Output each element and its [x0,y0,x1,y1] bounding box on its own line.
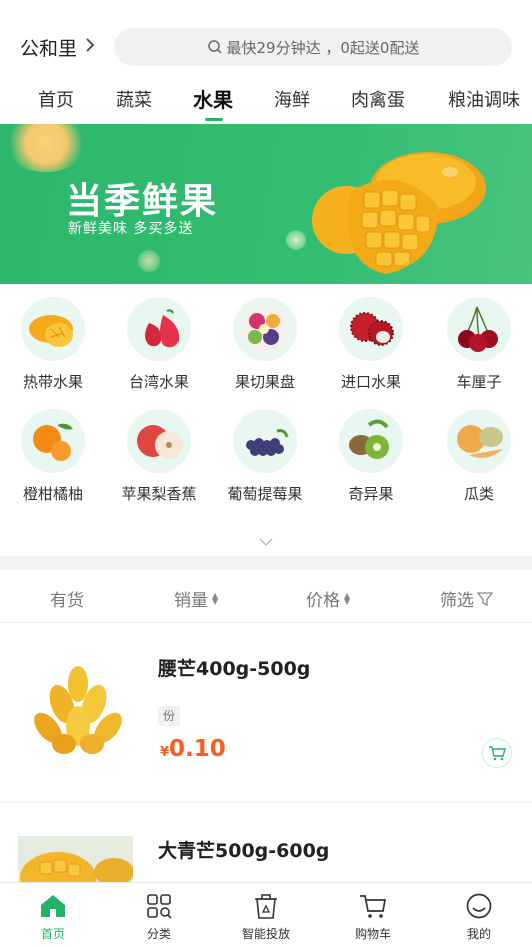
currency-symbol: ¥ [160,745,170,760]
wax-apple-icon [127,297,191,361]
nav-cart-label: 购物车 [354,927,391,941]
category-label: 热带水果 [22,373,83,391]
mango-icon [21,297,85,361]
melon-icon [447,409,511,473]
app-page: 公和里 最快29分钟达 ，0起送0配送 首页 蔬菜 水果 海鲜 肉禽蛋 粮油调味… [0,0,532,946]
tab-grain-oil[interactable]: 粮油调味 [448,86,520,112]
tab-home[interactable]: 首页 [38,86,74,112]
top-bar: 公和里 最快29分钟达 ，0起送0配送 [0,0,532,76]
mango-banner-image [312,152,486,274]
nav-smart-drop[interactable]: 智能投放 [226,893,306,942]
nav-category[interactable]: 分类 [119,893,199,942]
tab-vegetables[interactable]: 蔬菜 [116,86,152,112]
banner-title: 当季鲜果 [66,181,219,222]
orange-icon [21,409,85,473]
kiwi-icon [339,409,403,473]
filter-label: 筛选 [440,591,474,611]
category-item[interactable]: 果切果盘 [212,297,318,392]
expand-categories-button[interactable] [258,532,274,551]
category-item[interactable]: 葡萄提莓果 [212,409,318,504]
category-label: 台湾水果 [128,373,189,391]
category-label: 橙柑橘柚 [22,485,83,503]
category-label: 果切果盘 [234,373,295,391]
price-value: 0.10 [169,736,226,762]
category-item[interactable]: 车厘子 [426,297,532,392]
smart-bin-icon [255,894,277,919]
cart-icon [360,895,387,918]
sort-by-price[interactable]: 价格 ▲ ▼ [306,586,350,611]
nav-profile-label: 我的 [466,927,491,941]
category-label: 进口水果 [340,373,401,391]
product-name: 大青芒500g-600g [158,840,330,862]
rambutan-icon [339,297,403,361]
category-item[interactable]: 苹果梨香蕉 [106,409,212,504]
sort-arrows-icon: ▲ ▼ [344,590,351,606]
active-tab-indicator [205,118,223,121]
category-item[interactable]: 奇异果 [318,409,424,504]
unit-badge: 份 [158,706,180,726]
tab-meat-eggs[interactable]: 肉禽蛋 [351,86,405,112]
nav-category-label: 分类 [146,927,171,941]
banner-subtitle: 新鲜美味 多买多送 [68,221,194,237]
category-label: 车厘子 [456,373,502,391]
category-label: 苹果梨香蕉 [121,485,197,503]
promo-banner[interactable]: 当季鲜果 新鲜美味 多买多送 [0,124,532,284]
sort-bar: 有货 销量 ▲ ▼ 价格 ▲ ▼ 筛选 [0,570,532,622]
search-bar[interactable]: 最快29分钟达 ，0起送0配送 [114,28,512,66]
cart-icon [489,746,506,761]
category-tabs: 首页 蔬菜 水果 海鲜 肉禽蛋 粮油调味 [0,80,532,124]
sort-sales-label: 销量 [174,591,208,611]
fruit-platter-icon [233,297,297,361]
product-image-mango [34,666,122,754]
sort-price-label: 价格 [306,591,340,611]
nav-profile[interactable]: 我的 [439,893,519,942]
sort-in-stock-label: 有货 [50,591,84,611]
sort-in-stock[interactable]: 有货 [50,586,84,611]
nav-home-label: 首页 [40,927,65,941]
decor-bubble [138,250,160,272]
search-icon [207,40,222,54]
product-name: 腰芒400g-500g [158,658,311,680]
category-item[interactable]: 瓜类 [426,409,532,504]
filter-button[interactable]: 筛选 [440,586,493,611]
category-item[interactable]: 进口水果 [318,297,424,392]
location-label: 公和里 [20,38,78,60]
cherry-icon [447,297,511,361]
sort-arrows-icon: ▲ ▼ [212,590,219,606]
category-label: 奇异果 [348,485,394,503]
search-placeholder: 最快29分钟达 ，0起送0配送 [226,38,420,57]
tab-seafood[interactable]: 海鲜 [274,86,310,112]
filter-icon [477,591,493,606]
product-card[interactable]: 腰芒400g-500g 份 ¥0.10 [0,624,532,802]
product-separator [0,802,532,803]
nav-home[interactable]: 首页 [13,893,93,942]
decor-bubble [286,230,306,250]
chevron-right-icon [85,37,95,58]
category-item[interactable]: 橙柑橘柚 [0,409,106,504]
product-image-mango [18,836,133,882]
category-item[interactable]: 热带水果 [0,297,106,392]
sortbar-border [0,622,532,623]
category-label: 葡萄提莓果 [227,485,303,503]
decor-bubble [4,124,88,172]
category-icon [147,894,172,919]
nav-cart[interactable]: 购物车 [333,893,413,942]
section-divider [0,556,532,570]
chevron-down-icon [259,538,273,547]
tab-fruits[interactable]: 水果 [193,84,233,113]
apple-icon [127,409,191,473]
product-price: ¥0.10 [160,736,226,762]
category-item[interactable]: 台湾水果 [106,297,212,392]
nav-smart-drop-label: 智能投放 [241,927,290,941]
product-card[interactable]: 大青芒500g-600g [0,804,532,882]
add-to-cart-button[interactable] [482,738,512,768]
location-selector[interactable]: 公和里 [20,34,95,61]
profile-icon [466,893,492,919]
bottom-nav: 首页 分类 智能投放 购物车 我的 [0,882,532,946]
grape-icon [233,409,297,473]
category-label: 瓜类 [463,485,494,503]
home-icon [41,895,65,917]
sort-by-sales[interactable]: 销量 ▲ ▼ [174,586,218,611]
